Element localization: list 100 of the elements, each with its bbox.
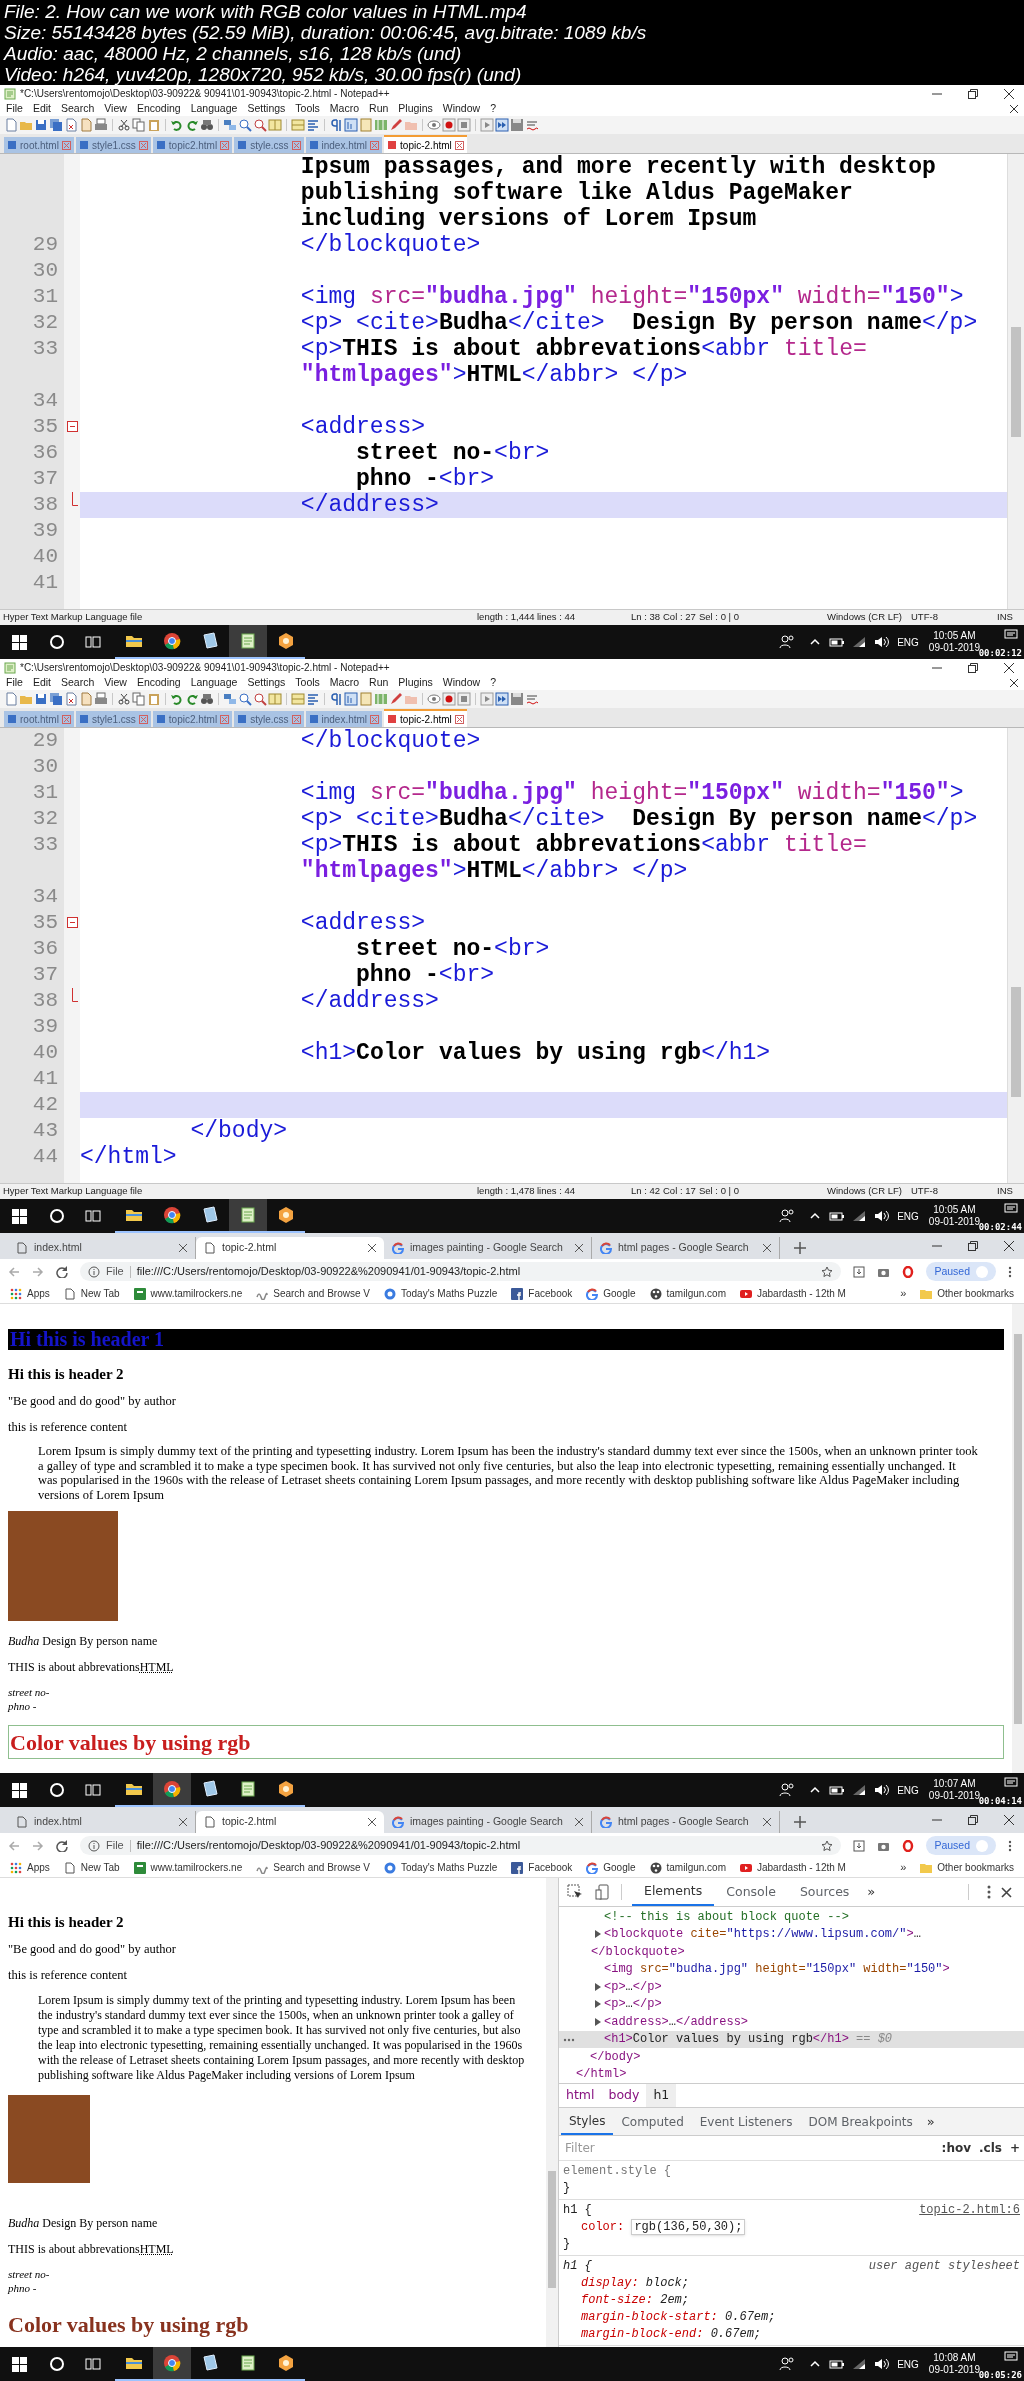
- menu-item[interactable]: Plugins: [398, 675, 433, 691]
- bookmark[interactable]: New Tab: [63, 1286, 120, 1301]
- document-icon[interactable]: [79, 692, 93, 706]
- document-icon[interactable]: [64, 118, 78, 132]
- record-icon[interactable]: [442, 118, 456, 132]
- menu-item[interactable]: Plugins: [398, 101, 433, 117]
- dom-closing-tag[interactable]: </html>: [576, 2065, 627, 2083]
- star-icon[interactable]: [821, 1265, 834, 1278]
- inspect-icon[interactable]: [567, 1884, 583, 1900]
- close-icon[interactable]: [368, 1244, 376, 1252]
- bookmark[interactable]: New Tab: [63, 1860, 120, 1875]
- dom-closing-tag[interactable]: </body>: [590, 2047, 641, 2066]
- undo-icon[interactable]: [170, 692, 184, 706]
- css-declaration[interactable]: margin-block-start: 0.67em;: [563, 2309, 1020, 2326]
- circle-icon[interactable]: [49, 634, 65, 650]
- battery-icon[interactable]: [829, 636, 846, 648]
- device-icon[interactable]: [595, 1884, 611, 1900]
- plus-icon[interactable]: [793, 1816, 806, 1828]
- menu-item[interactable]: Run: [369, 675, 389, 691]
- css-declaration[interactable]: margin-block-end: 0.67em;: [563, 2326, 1020, 2343]
- binoculars-icon[interactable]: [200, 118, 214, 132]
- record-icon[interactable]: [442, 692, 456, 706]
- battery-icon[interactable]: [829, 1210, 846, 1222]
- reload-icon[interactable]: [56, 1839, 68, 1852]
- printer-icon[interactable]: [94, 692, 108, 706]
- bookmark[interactable]: tamilgun.com: [649, 1860, 726, 1875]
- expand-triangle-icon[interactable]: [594, 2000, 602, 2009]
- bookmark[interactable]: Apps: [10, 1286, 50, 1301]
- bookmark[interactable]: Other bookmarks: [920, 1860, 1014, 1875]
- more-bookmarks-button[interactable]: »: [900, 1859, 907, 1876]
- copy-icon[interactable]: [132, 692, 146, 706]
- close-icon[interactable]: [368, 1818, 376, 1826]
- dom-node[interactable]: <img src="budha.jpg" height="150px" width="150">: [604, 1960, 950, 1979]
- editor-tab[interactable]: style.css: [234, 137, 304, 153]
- css-declaration[interactable]: font-size: 2em;: [563, 2292, 1020, 2309]
- filter-button[interactable]: +: [1009, 2139, 1020, 2157]
- download-icon[interactable]: [853, 1265, 866, 1278]
- printer-icon[interactable]: [94, 118, 108, 132]
- clock-time[interactable]: 10:07 AM: [933, 1778, 976, 1790]
- close-icon[interactable]: [179, 1818, 187, 1826]
- restore-icon[interactable]: [968, 1241, 978, 1251]
- close-icon[interactable]: [1004, 662, 1014, 673]
- editor-tab[interactable]: topic2.html: [152, 711, 233, 727]
- clock-time[interactable]: 10:05 AM: [933, 1204, 976, 1216]
- filter-button[interactable]: .cls: [979, 2139, 1002, 2157]
- notification-icon[interactable]: [1004, 629, 1018, 641]
- floppy-disk-icon[interactable]: [49, 692, 63, 706]
- language-indicator[interactable]: ENG: [897, 634, 919, 650]
- breadcrumb[interactable]: h1: [646, 2084, 677, 2107]
- task-view-icon[interactable]: [85, 1208, 101, 1224]
- close-icon[interactable]: [762, 1818, 771, 1826]
- browser-tab[interactable]: topic-2.html: [196, 1811, 384, 1833]
- people-icon[interactable]: [779, 1782, 796, 1798]
- browser-tab[interactable]: topic-2.html: [196, 1237, 384, 1259]
- task-view-icon[interactable]: [85, 1782, 101, 1798]
- expand-triangle-icon[interactable]: [594, 2017, 602, 2026]
- taskbar-app-button[interactable]: [153, 1773, 191, 1807]
- undo-icon[interactable]: [170, 118, 184, 132]
- menu-item[interactable]: Encoding: [136, 675, 181, 691]
- close-icon[interactable]: [574, 1244, 583, 1252]
- battery-icon[interactable]: [829, 2358, 846, 2370]
- source-link[interactable]: topic-2.html:6: [919, 2202, 1020, 2219]
- lines-icon[interactable]: [306, 692, 320, 706]
- spell-check-icon[interactable]: [525, 692, 539, 706]
- speaker-icon[interactable]: [873, 2357, 890, 2371]
- close-icon[interactable]: [1010, 105, 1018, 113]
- reload-icon[interactable]: [56, 1265, 68, 1278]
- close-icon[interactable]: [1001, 1886, 1012, 1898]
- pilcrow-icon[interactable]: [329, 118, 343, 132]
- clock-time[interactable]: 10:08 AM: [933, 2352, 976, 2364]
- close-icon[interactable]: [1004, 1815, 1014, 1825]
- more-tabs-button[interactable]: »: [920, 2108, 941, 2135]
- editor-tab[interactable]: style1.css: [75, 137, 151, 153]
- scissors-icon[interactable]: [117, 692, 131, 706]
- document-icon[interactable]: [4, 692, 18, 706]
- css-declaration[interactable]: color: rgb(136,50,30);: [563, 2219, 1020, 2236]
- taskbar-app-button[interactable]: [229, 1199, 267, 1233]
- scrollbar[interactable]: [1007, 728, 1024, 1183]
- editor-tab[interactable]: topic-2.html: [384, 709, 467, 727]
- fast-forward-icon[interactable]: [495, 692, 509, 706]
- expand-triangle-icon[interactable]: [594, 1982, 602, 1991]
- menu-item[interactable]: Window: [442, 101, 481, 117]
- menu-item[interactable]: Macro: [329, 675, 360, 691]
- editor-tab[interactable]: topic2.html: [152, 137, 233, 153]
- filter-button[interactable]: :hov: [941, 2139, 971, 2157]
- editor-tab[interactable]: style.css: [234, 711, 304, 727]
- bookmark[interactable]: www.tamilrockers.ne: [133, 1286, 243, 1301]
- scrollbar[interactable]: [1012, 1304, 1024, 1773]
- kebab-menu-icon[interactable]: [1008, 1265, 1012, 1278]
- menu-item[interactable]: Tools: [295, 101, 320, 117]
- eye-icon[interactable]: [427, 118, 441, 132]
- close-icon[interactable]: [762, 1244, 771, 1252]
- circle-icon[interactable]: [49, 1782, 65, 1798]
- menu-item[interactable]: File: [6, 101, 23, 117]
- editor-tab[interactable]: index.html: [305, 711, 383, 727]
- close-icon[interactable]: [1004, 88, 1014, 99]
- bookmark[interactable]: Google: [586, 1286, 636, 1301]
- styles-tab[interactable]: Computed: [613, 2108, 692, 2135]
- kebab-menu-icon[interactable]: [1008, 1839, 1012, 1852]
- breadcrumb[interactable]: html: [559, 2084, 602, 2107]
